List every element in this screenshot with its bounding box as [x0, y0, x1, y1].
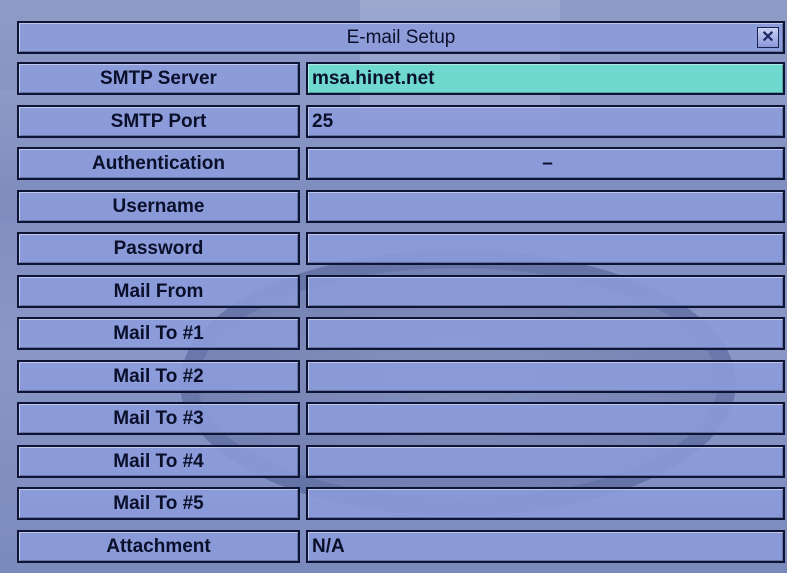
- mail-to-5-label: Mail To #5: [17, 487, 300, 520]
- dialog-title: E-mail Setup: [346, 26, 456, 48]
- row-authentication: Authentication –: [17, 147, 785, 180]
- mail-to-2-label: Mail To #2: [17, 360, 300, 393]
- mail-from-field[interactable]: [306, 275, 785, 308]
- row-smtp-port: SMTP Port 25: [17, 105, 785, 138]
- row-mail-to-1: Mail To #1: [17, 317, 785, 350]
- close-button[interactable]: ✕: [757, 27, 779, 48]
- mail-to-3-field[interactable]: [306, 402, 785, 435]
- smtp-port-field[interactable]: 25: [306, 105, 785, 138]
- email-setup-screen: E-mail Setup ✕ SMTP Server msa.hinet.net…: [0, 0, 787, 573]
- mail-to-3-label: Mail To #3: [17, 402, 300, 435]
- attachment-label: Attachment: [17, 530, 300, 563]
- row-username: Username: [17, 190, 785, 223]
- mail-to-5-field[interactable]: [306, 487, 785, 520]
- username-field[interactable]: [306, 190, 785, 223]
- smtp-server-field[interactable]: msa.hinet.net: [306, 62, 785, 95]
- mail-to-4-label: Mail To #4: [17, 445, 300, 478]
- username-label: Username: [17, 190, 300, 223]
- row-mail-to-2: Mail To #2: [17, 360, 785, 393]
- mail-to-4-field[interactable]: [306, 445, 785, 478]
- dialog-title-bar: E-mail Setup ✕: [17, 21, 785, 54]
- authentication-label: Authentication: [17, 147, 300, 180]
- row-mail-to-3: Mail To #3: [17, 402, 785, 435]
- attachment-field[interactable]: N/A: [306, 530, 785, 563]
- password-label: Password: [17, 232, 300, 265]
- mail-from-label: Mail From: [17, 275, 300, 308]
- smtp-server-label: SMTP Server: [17, 62, 300, 95]
- row-smtp-server: SMTP Server msa.hinet.net: [17, 62, 785, 95]
- row-mail-to-5: Mail To #5: [17, 487, 785, 520]
- mail-to-1-field[interactable]: [306, 317, 785, 350]
- password-field[interactable]: [306, 232, 785, 265]
- smtp-port-label: SMTP Port: [17, 105, 300, 138]
- mail-to-2-field[interactable]: [306, 360, 785, 393]
- row-mail-to-4: Mail To #4: [17, 445, 785, 478]
- dialog-header: E-mail Setup ✕: [17, 21, 785, 54]
- close-icon: ✕: [761, 28, 775, 46]
- row-mail-from: Mail From: [17, 275, 785, 308]
- background-scene-building: [360, 0, 560, 120]
- mail-to-1-label: Mail To #1: [17, 317, 300, 350]
- row-attachment: Attachment N/A: [17, 530, 785, 563]
- row-password: Password: [17, 232, 785, 265]
- authentication-field[interactable]: –: [306, 147, 785, 180]
